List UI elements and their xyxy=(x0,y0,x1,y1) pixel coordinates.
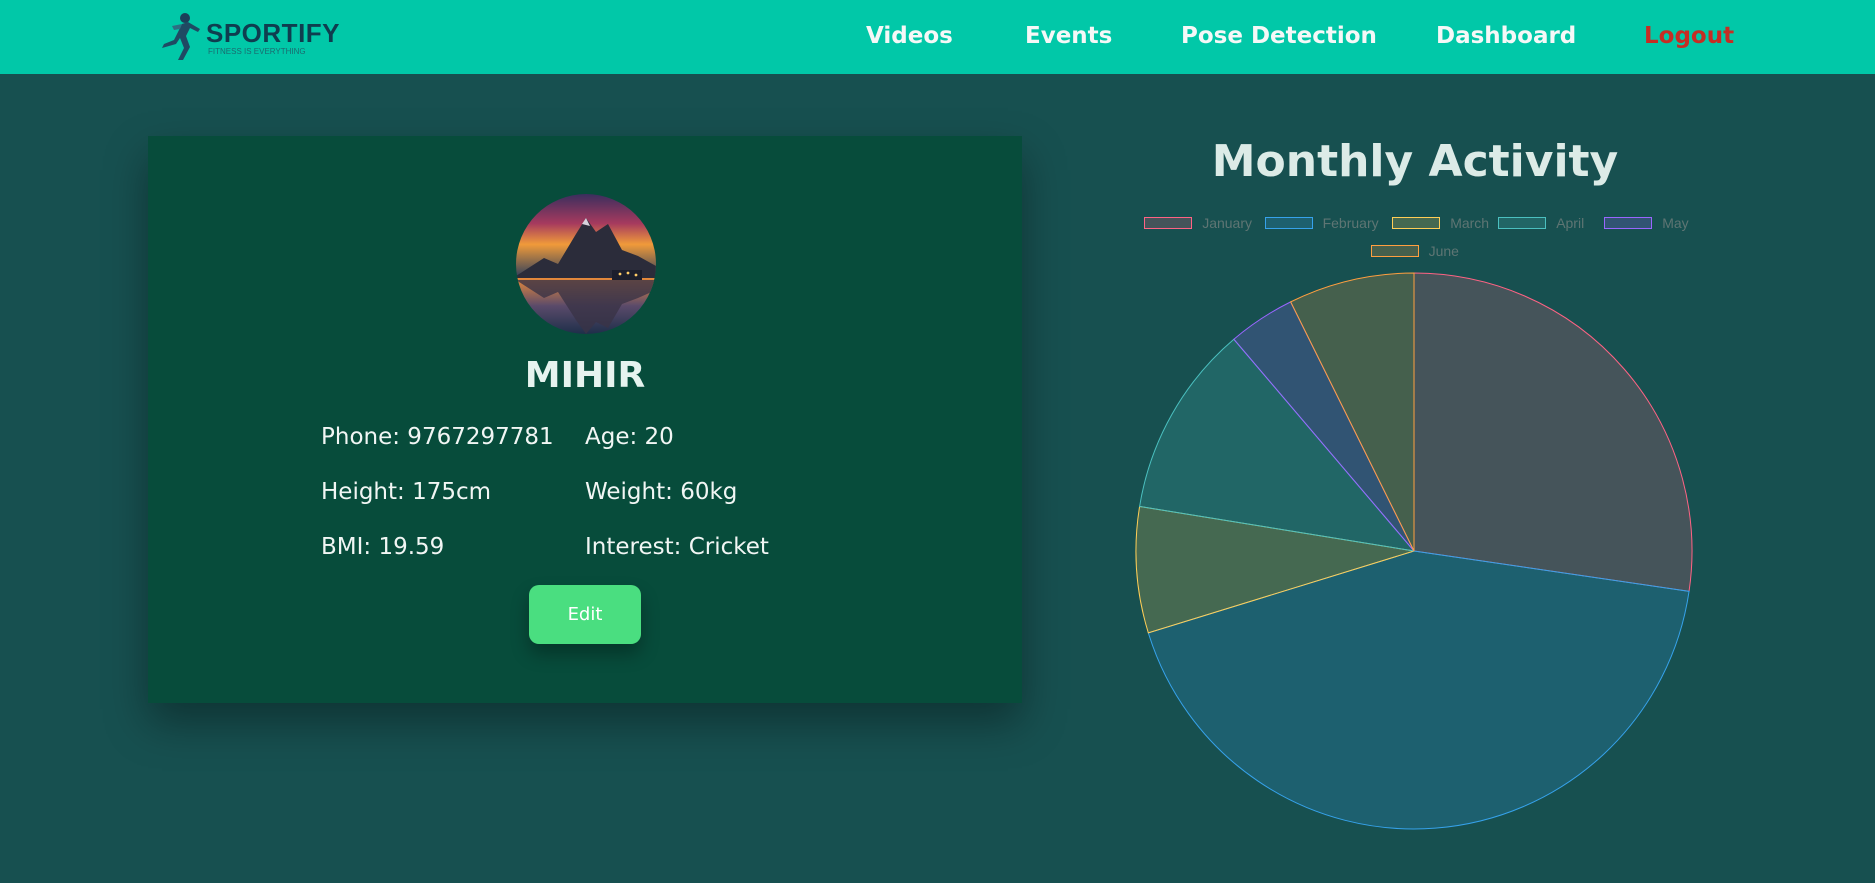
pie-chart xyxy=(1135,272,1693,830)
pie-slice-january[interactable] xyxy=(1413,272,1693,592)
